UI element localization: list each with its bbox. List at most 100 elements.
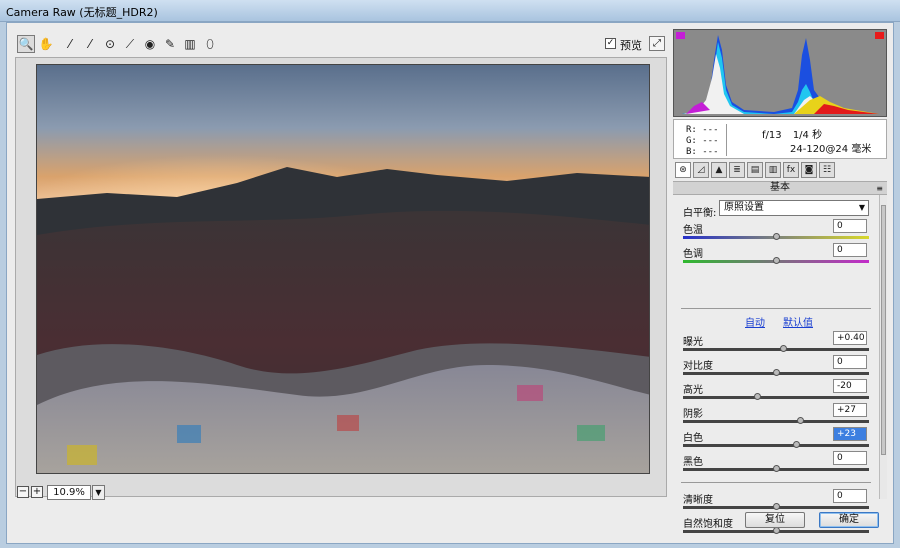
slider-track[interactable] [683,348,869,351]
window-title: Camera Raw (无标题_HDR2) [6,6,158,19]
rgb-readout: R: --- G: --- B: --- [686,125,719,158]
adjustment-brush-icon[interactable]: ✎ [161,35,179,53]
lens-corrections-tab-icon[interactable]: ▥ [765,162,781,178]
graduated-filter-icon[interactable]: ▥ [181,35,199,53]
panel-scrollbar[interactable] [879,195,887,499]
section-divider [681,308,871,309]
slider-row: 色温 0 [673,219,879,243]
slider-label: 黑色 [683,457,703,468]
slider-thumb[interactable] [773,369,780,376]
zoom-level-field[interactable]: 10.9% [47,485,91,500]
slider-value-field[interactable]: 0 [833,219,867,233]
histogram-graph [682,35,879,114]
slider-row: 色调 0 [673,243,879,267]
photo-preview[interactable] [36,64,650,474]
white-balance-label: 白平衡: [683,208,717,219]
panel-title-text: 基本 [770,182,790,193]
zoom-out-button[interactable]: − [17,486,29,498]
green-readout: G: --- [686,136,719,146]
presets-tab-icon[interactable]: ☷ [819,162,835,178]
slider-label: 白色 [683,433,703,444]
slider-value-field[interactable]: 0 [833,243,867,257]
effects-tab-icon[interactable]: fx [783,162,799,178]
info-divider [726,124,727,156]
slider-track[interactable] [683,444,869,447]
fullscreen-toggle-icon[interactable]: ⤢ [649,36,665,51]
white-balance-select[interactable]: 原照设置 ▼ [719,200,869,216]
lens-info: 24-120@24 毫米 [790,144,872,155]
zoom-in-button[interactable]: + [31,486,43,498]
shadow-clipping-icon[interactable] [676,32,685,39]
window-titlebar: Camera Raw (无标题_HDR2) [0,0,900,22]
scrollbar-thumb[interactable] [881,205,886,455]
slider-label: 自然饱和度 [683,519,733,530]
slider-value-field[interactable]: 0 [833,451,867,465]
split-toning-tab-icon[interactable]: ▤ [747,162,763,178]
slider-thumb[interactable] [773,527,780,534]
hand-tool-icon[interactable]: ✋ [37,35,55,53]
slider-row: 高光 -20 [673,379,879,403]
slider-row: 曝光 +0.40 [673,331,879,355]
slider-row: 阴影 +27 [673,403,879,427]
tone-curve-tab-icon[interactable]: ◿ [693,162,709,178]
red-eye-tool-icon[interactable]: ◉ [141,35,159,53]
slider-label: 对比度 [683,361,713,372]
slider-track[interactable] [683,396,869,399]
landscape-photo [37,65,649,473]
ok-button[interactable]: 确定 [819,512,879,528]
slider-value-field[interactable]: 0 [833,355,867,369]
histogram [673,29,887,117]
targeted-adjustment-tool-icon[interactable]: ⊙ [101,35,119,53]
red-readout: R: --- [686,125,719,135]
auto-link[interactable]: 自动 [745,314,765,329]
zoom-dropdown-icon[interactable]: ▼ [92,485,105,500]
slider-row: 清晰度 0 [673,489,879,513]
slider-thumb[interactable] [773,233,780,240]
exposure-info: f/13 1/4 秒 [762,126,822,141]
zoom-tool-icon[interactable]: 🔍 [17,35,35,53]
camera-raw-dialog: 🔍 ✋ ⁄ ⁄ ⊙ ⟋ ◉ ✎ ▥ ⬯ ✓ 预览 ⤢ − + 10.9% ▼ R… [6,22,894,544]
basic-tab-icon[interactable]: ⊛ [675,162,691,178]
slider-thumb[interactable] [773,257,780,264]
pixel-info-panel: R: --- G: --- B: --- f/13 1/4 秒 24-120@2… [673,119,887,159]
reset-button[interactable]: 复位 [745,512,805,528]
slider-label: 曝光 [683,337,703,348]
color-sampler-tool-icon[interactable]: ⁄ [81,35,99,53]
slider-row: 黑色 0 [673,451,879,475]
blue-readout: B: --- [686,147,719,157]
highlight-clipping-icon[interactable] [875,32,884,39]
straighten-tool-icon[interactable]: ⟋ [121,35,139,53]
slider-label: 清晰度 [683,495,713,506]
slider-label: 阴影 [683,409,703,420]
radial-filter-icon[interactable]: ⬯ [201,35,219,53]
default-link[interactable]: 默认值 [783,314,813,329]
slider-value-field[interactable]: 0 [833,489,867,503]
image-preview-area [15,57,667,497]
slider-track[interactable] [683,420,869,423]
camera-calibration-tab-icon[interactable]: ◙ [801,162,817,178]
white-balance-tool-icon[interactable]: ⁄ [61,35,79,53]
hsl-tab-icon[interactable]: ≣ [729,162,745,178]
slider-value-field[interactable]: -20 [833,379,867,393]
slider-thumb[interactable] [773,503,780,510]
aperture-value: f/13 [762,130,782,141]
slider-value-field[interactable]: +23 [833,427,867,441]
panel-title: 基本 ≡ [673,181,887,195]
white-balance-value: 原照设置 [724,202,764,213]
panel-tabs: ⊛ ◿ ▲ ≣ ▤ ▥ fx ◙ ☷ [673,162,887,180]
tool-bar: 🔍 ✋ ⁄ ⁄ ⊙ ⟋ ◉ ✎ ▥ ⬯ ✓ 预览 ⤢ [15,33,665,55]
auto-default-row: 自动 默认值 [673,314,879,329]
panel-menu-icon[interactable]: ≡ [876,183,883,195]
preview-checkbox[interactable]: ✓ [605,38,616,49]
slider-thumb[interactable] [773,465,780,472]
detail-tab-icon[interactable]: ▲ [711,162,727,178]
basic-controls: 白平衡: 原照设置 ▼ 自动 默认值 色温 0 色调 0 曝光 +0.40 对比度 0 高光 -2… [673,195,879,534]
slider-value-field[interactable]: +27 [833,403,867,417]
slider-label: 色温 [683,225,703,236]
slider-row: 白色 +23 [673,427,879,451]
slider-value-field[interactable]: +0.40 [833,331,867,345]
chevron-down-icon: ▼ [858,203,865,212]
preview-label: 预览 [620,39,642,52]
slider-label: 色调 [683,249,703,260]
slider-label: 高光 [683,385,703,396]
